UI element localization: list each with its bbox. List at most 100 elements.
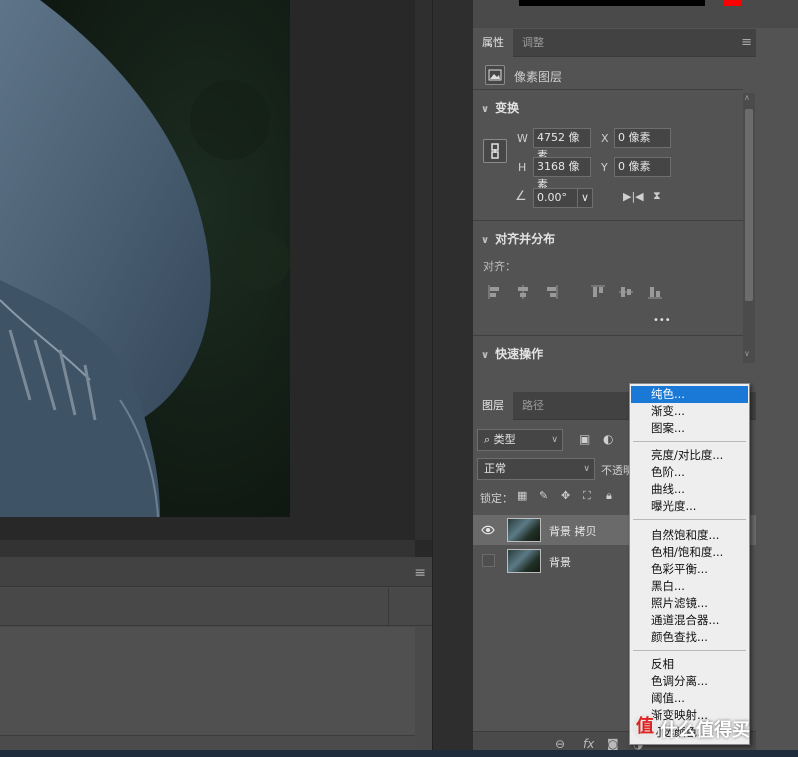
layer-name[interactable]: 背景 (549, 554, 571, 570)
y-field[interactable]: 0 像素 (614, 157, 671, 177)
transform-title: 变换 (495, 101, 520, 115)
tab-layers[interactable]: 图层 (473, 392, 513, 420)
lower-left-tabbar (0, 588, 432, 626)
height-field[interactable]: 3168 像素 (533, 157, 591, 191)
canvas-vertical-scrollbar[interactable] (415, 0, 432, 540)
menu-item-gradient[interactable]: 渐变... (631, 403, 748, 420)
eye-icon[interactable] (481, 523, 495, 537)
tab-adjustments[interactable]: 调整 (513, 29, 553, 57)
x-field[interactable]: 0 像素 (614, 128, 671, 148)
align-top-edges-icon[interactable] (590, 284, 606, 300)
separator (473, 89, 743, 90)
tab-paths[interactable]: 路径 (513, 392, 553, 420)
tab-properties[interactable]: 属性 (473, 29, 513, 57)
width-label: W (517, 132, 528, 145)
menu-item-invert[interactable]: 反相 (631, 656, 748, 673)
blend-mode-dropdown[interactable]: 正常 ∨ (477, 458, 595, 480)
watermark-logo: 值 (632, 714, 658, 740)
menu-item-black-white[interactable]: 黑白... (631, 578, 748, 595)
angle-icon: ∠ (515, 189, 527, 204)
menu-separator (633, 650, 746, 651)
height-label: H (518, 161, 527, 174)
chevron-down-icon: ∨ (481, 104, 490, 115)
layer-kind-label: 像素图层 (514, 70, 563, 84)
menu-item-hue-saturation[interactable]: 色相/饱和度... (631, 544, 748, 561)
x-label: X (601, 132, 609, 145)
chevron-down-icon: ∨ (481, 235, 490, 246)
menu-item-brightness-contrast[interactable]: 亮度/对比度... (631, 447, 748, 464)
properties-scrollbar[interactable]: ∧ ∨ (743, 93, 755, 363)
watermark-text: 什么值得买 (660, 720, 750, 741)
visibility-toggle-off[interactable] (482, 554, 495, 567)
menu-item-channel-mixer[interactable]: 通道混合器... (631, 612, 748, 629)
menu-item-photo-filter[interactable]: 照片滤镜... (631, 595, 748, 612)
width-field[interactable]: 4752 像素 (533, 128, 591, 162)
menu-item-levels[interactable]: 色阶... (631, 464, 748, 481)
align-vertical-centers-icon[interactable] (618, 284, 634, 300)
canvas-horizontal-scrollbar[interactable] (0, 540, 415, 557)
angle-dropdown-chevron-icon[interactable]: ∨ (577, 188, 593, 208)
quick-actions-title: 快速操作 (495, 347, 544, 361)
properties-tabbar: 属性 调整 ≡ (473, 29, 756, 57)
align-right-edges-icon[interactable] (543, 284, 559, 300)
fx-button[interactable]: fx (583, 737, 594, 751)
scroll-down-icon[interactable]: ∨ (744, 349, 750, 358)
link-dimensions-icon[interactable] (483, 139, 507, 163)
link-layers-icon[interactable]: ⊖ (555, 737, 565, 751)
menu-item-color-lookup[interactable]: 颜色查找... (631, 629, 748, 646)
adjustment-filter-icon[interactable]: ◐ (603, 432, 613, 446)
transform-section-header[interactable]: ∨ 变换 (481, 99, 519, 116)
lower-left-panel-header: ≡ (0, 557, 432, 587)
pixel-filter-icon[interactable]: ▣ (579, 432, 590, 446)
add-mask-icon[interactable]: ◙ (607, 737, 619, 751)
document-canvas[interactable] (0, 0, 432, 557)
flip-vertical-icon[interactable]: ⧗ (653, 189, 661, 203)
menu-item-exposure[interactable]: 曝光度... (631, 498, 748, 515)
lock-transparent-pixels-icon[interactable]: ▦ (517, 489, 527, 502)
menu-separator (633, 519, 746, 520)
menu-item-threshold[interactable]: 阈值... (631, 690, 748, 707)
menu-item-solid-color[interactable]: 纯色... (631, 386, 748, 403)
search-icon: ⌕ (484, 433, 494, 446)
separator (473, 335, 743, 336)
quick-actions-section-header[interactable]: ∨ 快速操作 (481, 345, 543, 362)
align-horizontal-centers-icon[interactable] (515, 284, 531, 300)
align-label: 对齐： (483, 260, 516, 273)
watermark: 值 什么值得买 (628, 710, 798, 750)
lock-all-icon[interactable]: 🔒︎ (606, 489, 612, 503)
menu-item-vibrance[interactable]: 自然饱和度... (631, 527, 748, 544)
menu-separator (633, 441, 746, 442)
align-bottom-edges-icon[interactable] (647, 284, 663, 300)
foreground-color-swatch[interactable] (519, 0, 705, 6)
menu-item-pattern[interactable]: 图案... (631, 420, 748, 437)
more-options-button[interactable]: ••• (653, 315, 671, 326)
align-section-header[interactable]: ∨ 对齐并分布 (481, 230, 555, 247)
scroll-up-icon[interactable]: ∧ (744, 93, 750, 102)
properties-panel-body: 像素图层 ∨ 变换 W 4752 像素 X 0 像素 H 3168 像素 Y 0 … (473, 57, 756, 390)
lock-image-pixels-icon[interactable]: ✎ (539, 489, 548, 502)
menu-item-posterize[interactable]: 色调分离... (631, 673, 748, 690)
document-image[interactable] (0, 0, 290, 517)
taskbar-strip (0, 750, 798, 757)
flip-horizontal-icon[interactable]: ▶|◀ (623, 190, 644, 203)
filter-kind-value: 类型 (493, 433, 516, 446)
gamut-warning-swatch[interactable] (723, 0, 741, 6)
layer-thumbnail (507, 549, 541, 573)
pixel-layer-icon (485, 65, 505, 85)
chevron-down-icon: ∨ (481, 350, 490, 361)
align-title: 对齐并分布 (495, 232, 556, 246)
color-panel-strip (473, 0, 798, 28)
layer-filter-dropdown[interactable]: ⌕ 类型 ∨ (477, 429, 563, 451)
align-left-edges-icon[interactable] (487, 284, 503, 300)
lock-artboard-icon[interactable]: ⛶ (583, 489, 591, 503)
menu-item-color-balance[interactable]: 色彩平衡... (631, 561, 748, 578)
lower-left-panel-body (0, 627, 415, 735)
properties-panel-menu-icon[interactable]: ≡ (741, 35, 752, 50)
layer-name[interactable]: 背景 拷贝 (549, 523, 597, 539)
lock-label: 锁定： (480, 492, 513, 505)
y-label: Y (601, 161, 608, 174)
panel-menu-icon[interactable]: ≡ (414, 565, 426, 581)
scrollbar-thumb[interactable] (745, 109, 753, 301)
lock-position-icon[interactable]: ✥ (561, 489, 570, 502)
menu-item-curves[interactable]: 曲线... (631, 481, 748, 498)
